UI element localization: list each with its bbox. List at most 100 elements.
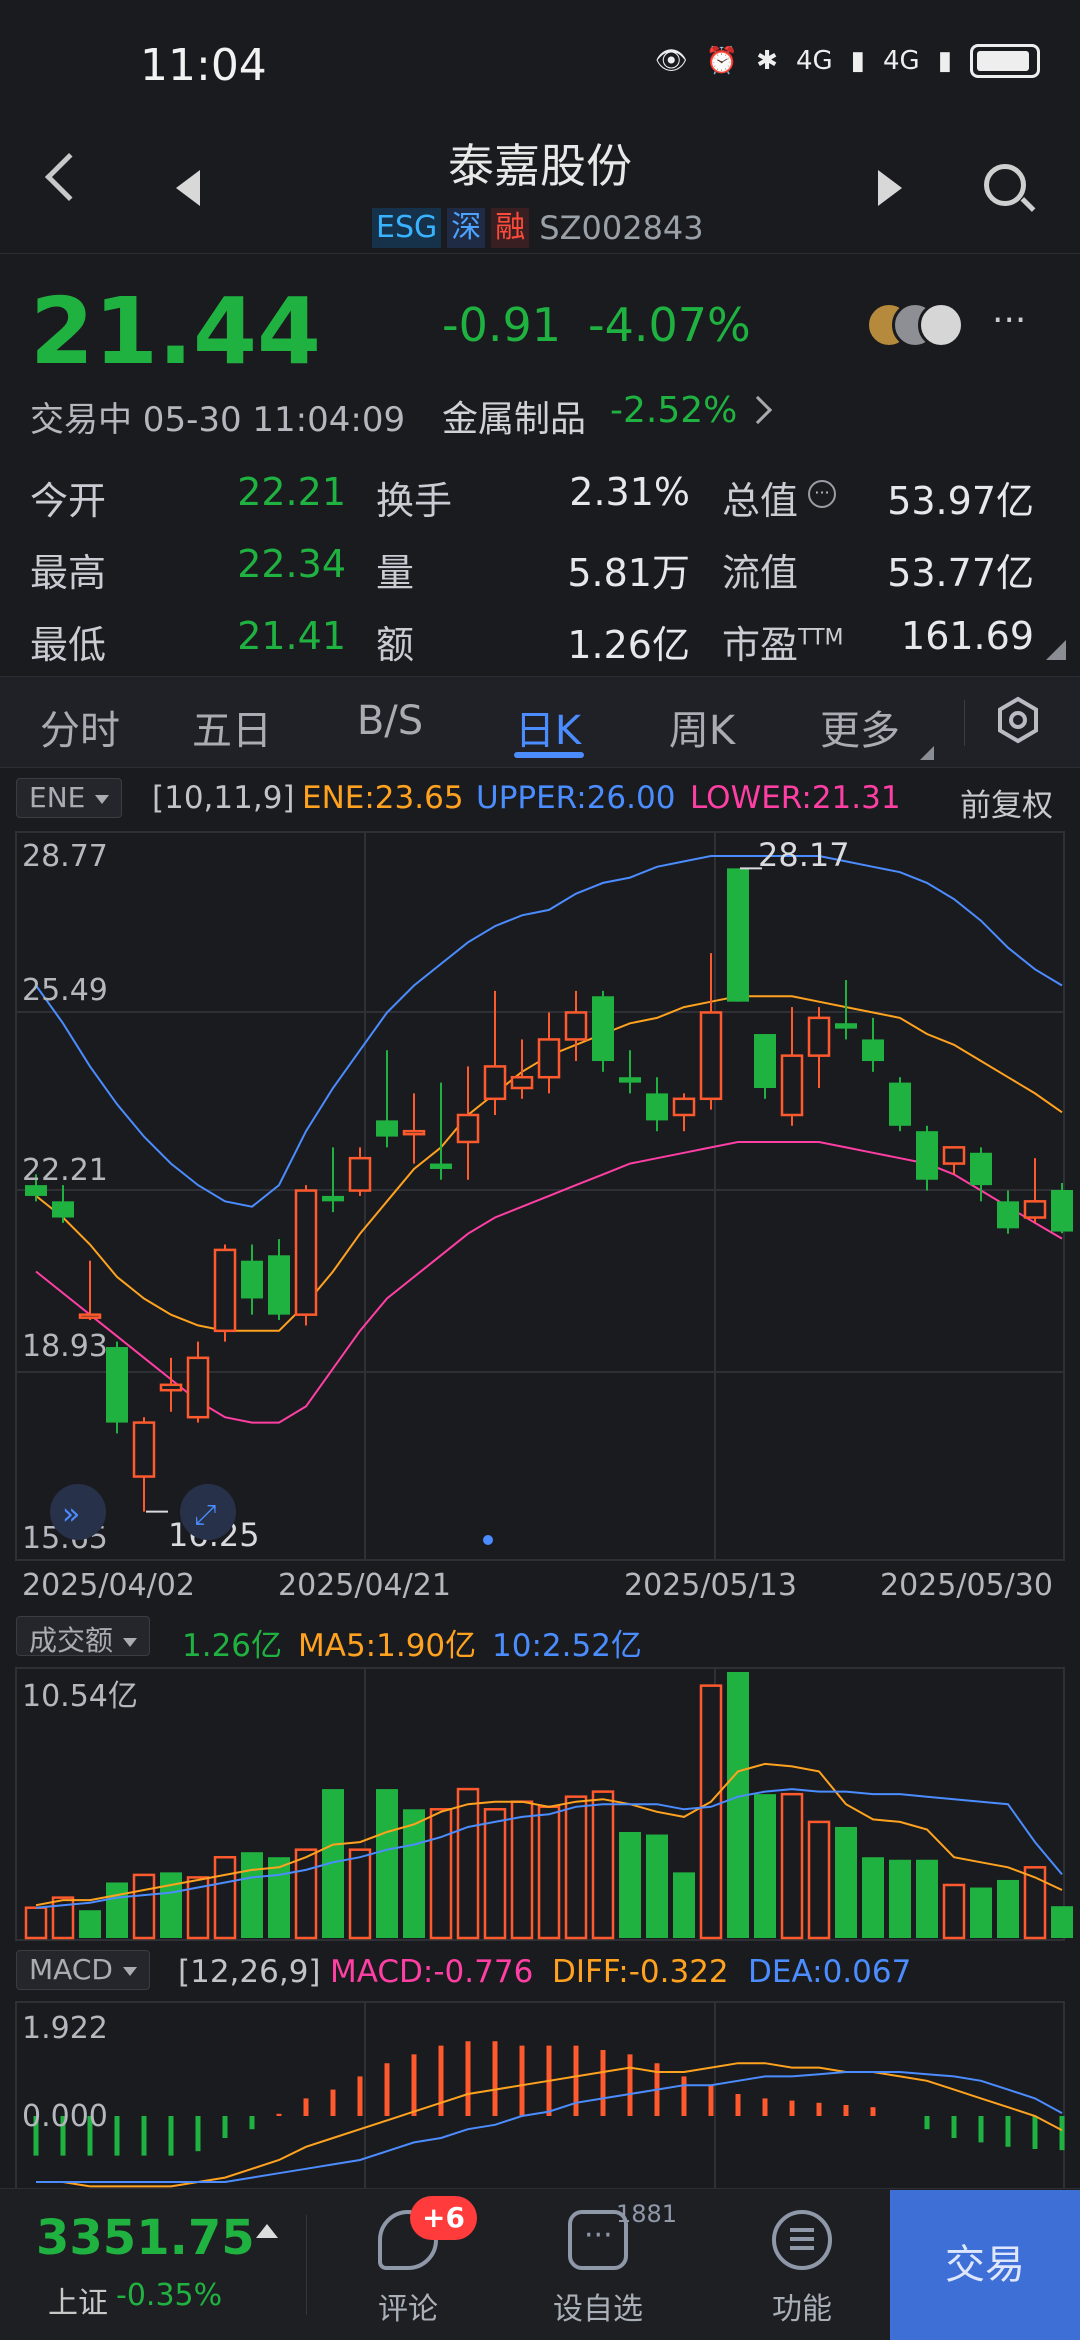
margin-badge: 融 [491, 208, 530, 248]
candle-body [52, 1201, 74, 1218]
stat-label-high: 最高 [30, 551, 107, 595]
stat-label-pe: 市盈TTM [722, 614, 844, 669]
index-value[interactable]: 3351.75 [36, 2210, 255, 2266]
candle-body [376, 1120, 398, 1137]
volume-bar [619, 1832, 641, 1938]
fullscreen-icon: ⤢ [194, 1498, 216, 1531]
info-icon[interactable]: ··· [808, 480, 836, 508]
battery-icon [970, 44, 1040, 78]
macd-y-max: 1.922 [22, 2011, 108, 2046]
expand-stats-icon[interactable] [1046, 640, 1066, 660]
candle-body [537, 1038, 561, 1079]
more-icon[interactable]: ··· [992, 300, 1026, 341]
volume-bar [780, 1792, 804, 1940]
candle-body [268, 1255, 290, 1315]
chevron-right-icon[interactable] [743, 395, 773, 425]
candle-body [510, 1075, 534, 1090]
candle-body [186, 1356, 210, 1419]
volume-bar [483, 1808, 507, 1940]
diff-value: DIFF:-0.322 [552, 1954, 729, 1990]
candle-body [294, 1189, 318, 1316]
alarm-icon: ⏰ [705, 46, 739, 76]
candle-body [754, 1034, 776, 1089]
tab-weekly-k[interactable]: 周K [642, 698, 762, 756]
indicator-select[interactable]: ENE [16, 778, 123, 818]
candle-body [430, 1163, 452, 1169]
candle-body [619, 1077, 641, 1083]
volume-bar [754, 1794, 776, 1938]
tab-daily-k[interactable]: 日K [488, 698, 608, 756]
next-stock-icon[interactable] [878, 170, 902, 206]
candle-body [213, 1248, 237, 1333]
stock-name: 泰嘉股份 [448, 139, 632, 193]
volume-bar [564, 1795, 588, 1940]
stat-value-amount: 1.26亿 [567, 623, 690, 667]
candle-body [564, 1011, 588, 1041]
comments-button[interactable]: 评论 [338, 2284, 478, 2328]
price-change-pct: -4.07% [588, 298, 751, 352]
industry-change[interactable]: -2.52% [610, 390, 737, 431]
candle-body [132, 1421, 156, 1478]
adjust-mode[interactable]: 前复权 [960, 780, 1053, 825]
tab-intraday[interactable]: 分时 [20, 698, 140, 756]
settings-icon[interactable] [994, 696, 1042, 744]
volume-bar [456, 1787, 480, 1940]
candle-body [997, 1201, 1019, 1229]
stock-code: SZ002843 [539, 209, 704, 247]
signal-icon: ▮ [850, 46, 865, 76]
last-price: 21.44 [30, 278, 322, 385]
functions-icon[interactable] [772, 2210, 832, 2270]
tab-five-day[interactable]: 五日 [172, 698, 292, 756]
trade-button[interactable]: 交易 [890, 2190, 1080, 2340]
macd-chart[interactable]: 1.922 0.000 [0, 2000, 1080, 2190]
candle-body [862, 1039, 884, 1062]
volume-ma10: 10:2.52亿 [492, 1628, 642, 1664]
stat-label-turnover: 换手 [376, 479, 453, 523]
macd-y-zero: 0.000 [22, 2099, 108, 2134]
avatar-group[interactable] [866, 302, 976, 348]
functions-button[interactable]: 功能 [732, 2284, 872, 2328]
stat-value-volume: 5.81万 [567, 551, 690, 595]
stat-value-float-value: 53.77亿 [887, 551, 1034, 595]
pe-ttm-label: TTM [798, 625, 844, 651]
date-label-3: 2025/05/13 [624, 1568, 797, 1603]
kline-chart[interactable]: 28.77 25.49 22.21 18.93 15.65 28.17 16.2… [0, 826, 1080, 1566]
favorite-count: 1881 [616, 2200, 678, 2228]
candle-body [780, 1054, 804, 1117]
divider [0, 253, 1080, 254]
candle-body [592, 996, 614, 1062]
industry-name[interactable]: 金属制品 [442, 390, 586, 442]
candle-body [699, 1011, 723, 1101]
index-expand-icon[interactable] [256, 2224, 278, 2238]
stat-label-total-value: 总值 [722, 479, 799, 523]
y-label-3: 22.21 [22, 1153, 108, 1188]
macd-select[interactable]: MACD [16, 1950, 150, 1990]
trade-status: 交易中 05-30 11:04:09 [30, 400, 406, 440]
volume-bar [699, 1684, 723, 1940]
add-favorite-button[interactable]: 设自选 [528, 2284, 668, 2328]
y-label-max: 28.77 [22, 839, 108, 874]
price-change: -0.91 [442, 298, 562, 352]
date-label-2: 2025/04/21 [278, 1568, 451, 1603]
stat-value-pe: 161.69 [901, 614, 1034, 658]
date-label-1: 2025/04/02 [22, 1568, 195, 1603]
volume-bar [1051, 1906, 1073, 1938]
macd-value: MACD:-0.776 [330, 1954, 534, 1990]
volume-bar [537, 1805, 561, 1940]
tab-underline [514, 752, 584, 758]
stat-label-float-value: 流值 [722, 551, 799, 595]
candle-body [322, 1195, 344, 1202]
volume-chart[interactable]: 10.54亿 [0, 1666, 1080, 1942]
volume-bar [916, 1859, 938, 1938]
volume-bar [241, 1852, 263, 1938]
divider [306, 2215, 307, 2315]
market-badge: 深 [447, 208, 486, 248]
candle-body [916, 1131, 938, 1180]
tab-more[interactable]: 更多 [800, 698, 920, 756]
status-icons: 👁 ⏰ ✱ 4G ▮ 4G ▮ [655, 44, 1040, 78]
tab-bs[interactable]: B/S [330, 698, 450, 744]
volume-select[interactable]: 成交额 [16, 1616, 151, 1657]
volume-bar [403, 1809, 425, 1938]
volume-bar [970, 1887, 992, 1938]
volume-bar [429, 1808, 453, 1940]
